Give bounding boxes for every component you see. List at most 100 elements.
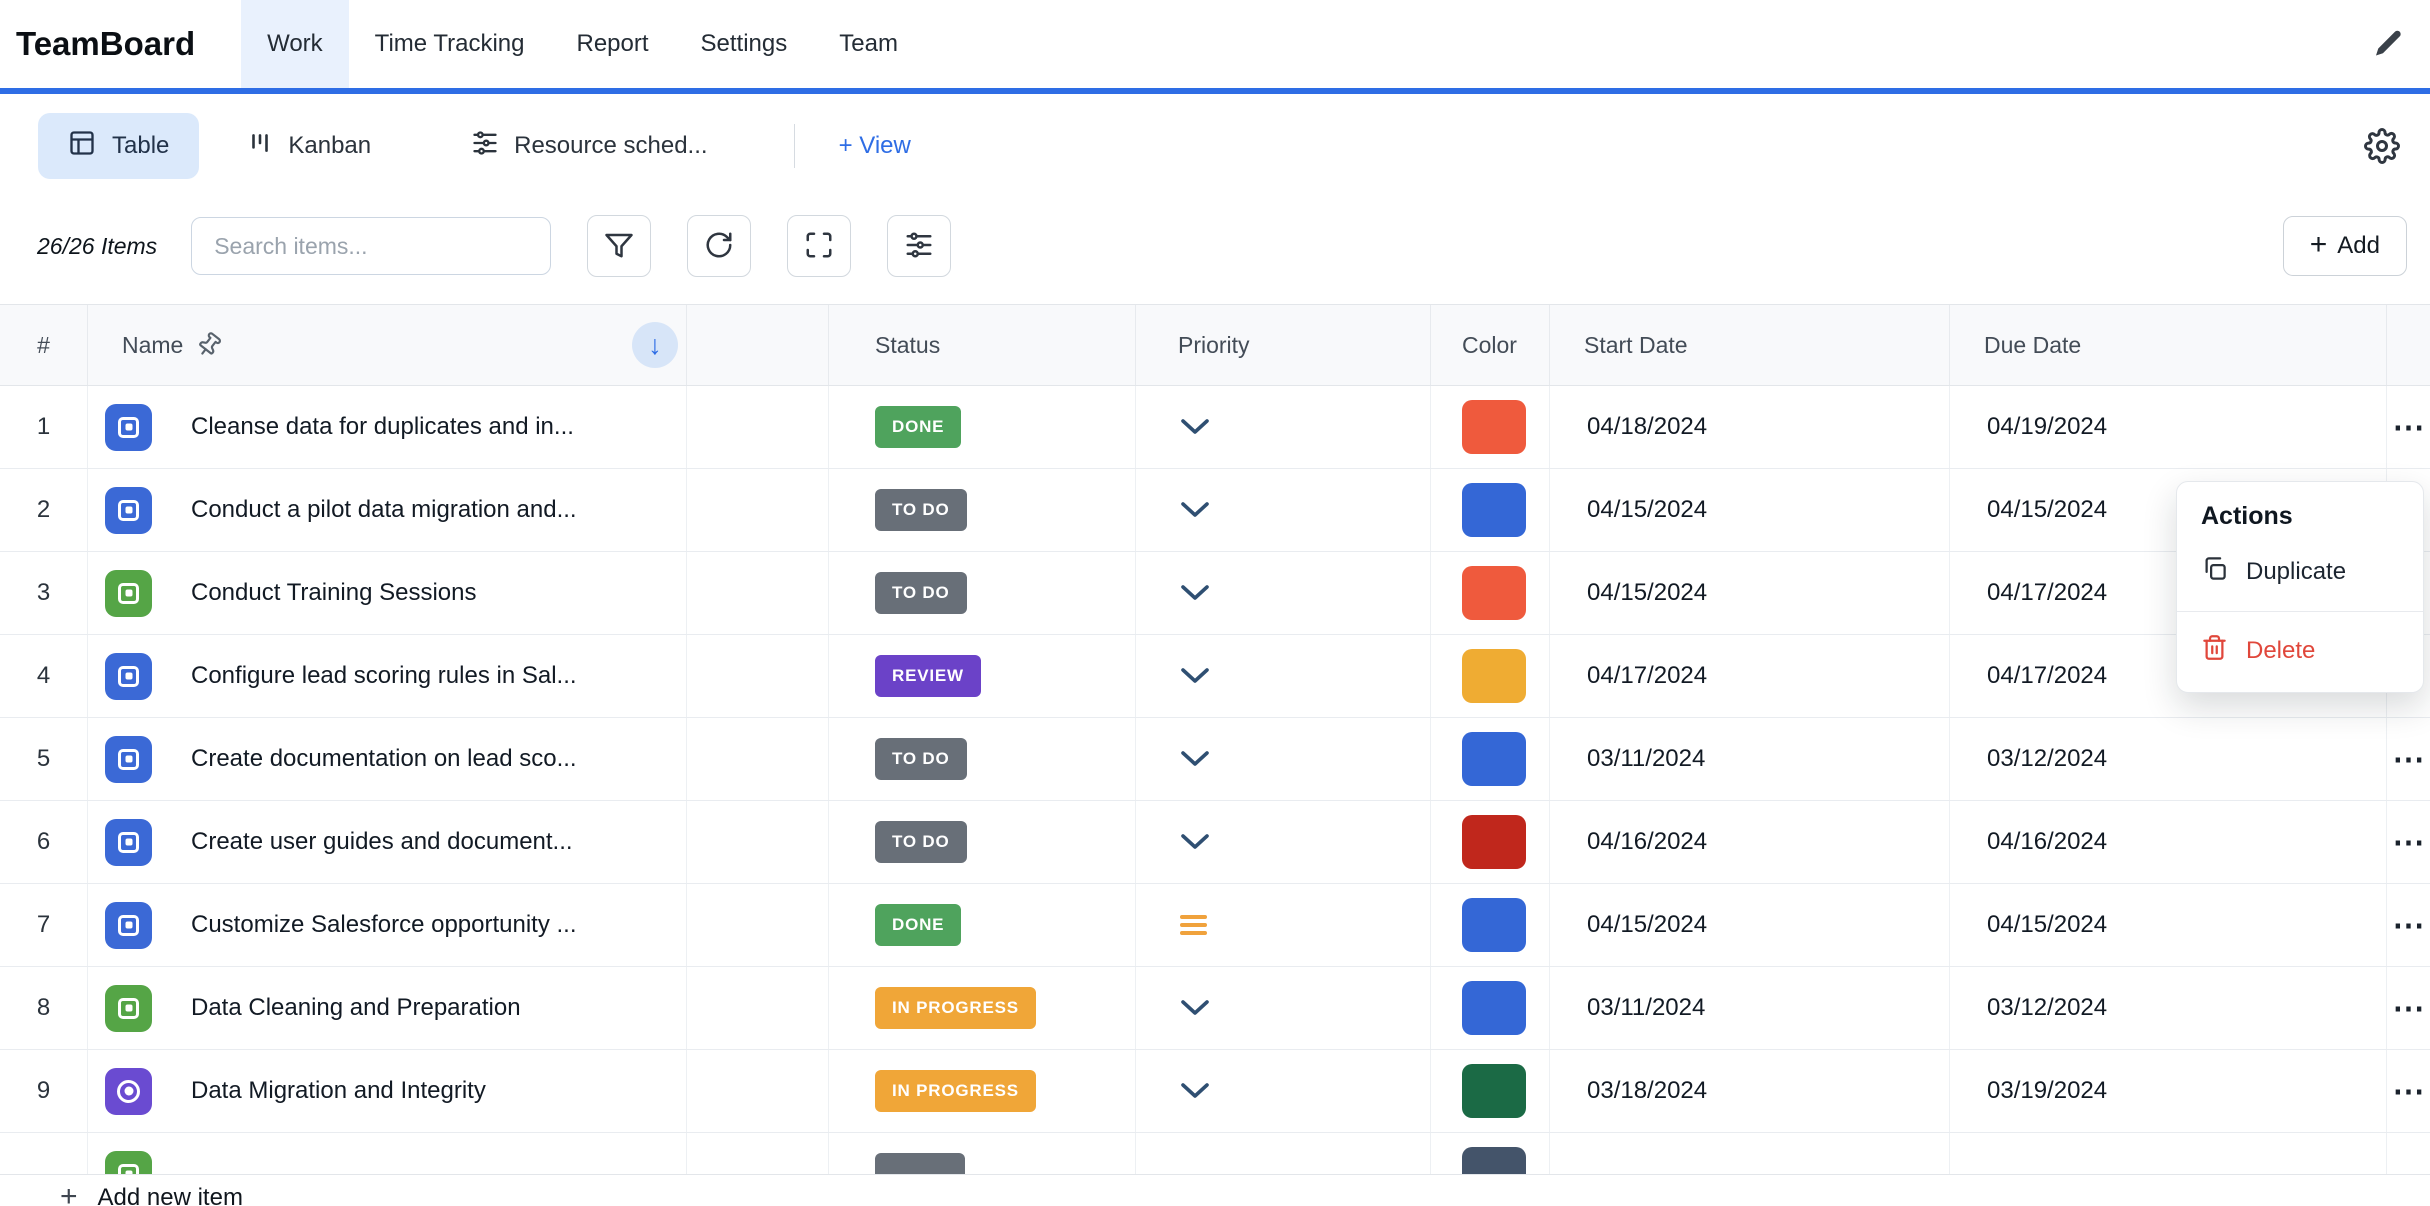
chevron-down-icon[interactable] [1180,833,1210,851]
row-menu-button[interactable]: ⋯ [2393,743,2425,775]
color-swatch[interactable] [1462,815,1526,869]
priority-cell[interactable] [1136,635,1431,717]
table-row[interactable]: ⋯ [0,1133,2430,1174]
due-date[interactable] [1950,1133,2387,1174]
item-name[interactable]: Create user guides and document... [191,828,573,856]
start-date[interactable]: 03/11/2024 [1550,967,1950,1049]
row-menu-button[interactable]: ⋯ [2393,411,2425,443]
row-menu-button[interactable]: ⋯ [2393,1075,2425,1107]
start-date[interactable]: 04/18/2024 [1550,386,1950,468]
chevron-down-icon[interactable] [1180,667,1210,685]
table-row[interactable]: 9 Data Migration and Integrity IN PROGRE… [0,1050,2430,1133]
status-badge[interactable] [875,1153,965,1174]
pin-icon[interactable] [191,327,227,363]
color-swatch[interactable] [1462,400,1526,454]
add-new-item-row[interactable]: + Add new item [0,1174,2430,1206]
chevron-down-icon[interactable] [1180,584,1210,602]
priority-cell[interactable] [1136,386,1431,468]
menu-item-duplicate[interactable]: Duplicate [2177,543,2423,601]
table-row[interactable]: 5 Create documentation on lead sco... TO… [0,718,2430,801]
nav-tab-time-tracking[interactable]: Time Tracking [349,0,551,88]
priority-lines-icon[interactable] [1180,915,1207,935]
status-badge[interactable]: DONE [875,406,961,448]
item-name[interactable]: Configure lead scoring rules in Sal... [191,662,577,690]
table-row[interactable]: 1 Cleanse data for duplicates and in... … [0,386,2430,469]
add-view-button[interactable]: + View [839,132,911,160]
chevron-down-icon[interactable] [1180,501,1210,519]
due-date[interactable]: 04/16/2024 [1950,801,2387,883]
start-date[interactable]: 04/17/2024 [1550,635,1950,717]
priority-cell[interactable] [1136,1050,1431,1132]
color-swatch[interactable] [1462,981,1526,1035]
status-badge[interactable]: TO DO [875,489,967,531]
priority-cell[interactable] [1136,469,1431,551]
table-row[interactable]: 6 Create user guides and document... TO … [0,801,2430,884]
start-date[interactable]: 03/18/2024 [1550,1050,1950,1132]
status-badge[interactable]: TO DO [875,572,967,614]
customize-columns-button[interactable] [887,215,951,277]
item-name[interactable]: Data Migration and Integrity [191,1077,486,1105]
start-date[interactable]: 04/15/2024 [1550,469,1950,551]
start-date[interactable]: 04/15/2024 [1550,884,1950,966]
status-badge[interactable]: DONE [875,904,961,946]
chevron-down-icon[interactable] [1180,418,1210,436]
status-badge[interactable]: REVIEW [875,655,981,697]
color-swatch[interactable] [1462,566,1526,620]
item-name[interactable]: Conduct Training Sessions [191,579,477,607]
due-date[interactable]: 03/19/2024 [1950,1050,2387,1132]
row-menu-button[interactable]: ⋯ [2393,826,2425,858]
due-date[interactable]: 03/12/2024 [1950,967,2387,1049]
menu-item-delete[interactable]: Delete [2177,622,2423,680]
status-badge[interactable]: IN PROGRESS [875,1070,1036,1112]
priority-cell[interactable] [1136,552,1431,634]
table-row[interactable]: 3 Conduct Training Sessions TO DO 04/15/… [0,552,2430,635]
nav-tab-work[interactable]: Work [241,0,349,88]
chevron-down-icon[interactable] [1180,1082,1210,1100]
start-date[interactable]: 04/15/2024 [1550,552,1950,634]
status-badge[interactable]: TO DO [875,821,967,863]
column-header-start-date[interactable]: Start Date [1550,305,1950,385]
due-date[interactable]: 04/19/2024 [1950,386,2387,468]
priority-cell[interactable] [1136,884,1431,966]
settings-gear-icon[interactable] [2364,128,2400,164]
column-header-name[interactable]: Name ↓ [88,305,687,385]
start-date[interactable]: 04/16/2024 [1550,801,1950,883]
chevron-down-icon[interactable] [1180,750,1210,768]
color-swatch[interactable] [1462,649,1526,703]
filter-button[interactable] [587,215,651,277]
column-header-due-date[interactable]: Due Date [1950,305,2387,385]
start-date[interactable]: 03/11/2024 [1550,718,1950,800]
refresh-button[interactable] [687,215,751,277]
nav-tab-team[interactable]: Team [813,0,924,88]
due-date[interactable]: 04/15/2024 [1950,884,2387,966]
start-date[interactable] [1550,1133,1950,1174]
color-swatch[interactable] [1462,898,1526,952]
item-name[interactable]: Cleanse data for duplicates and in... [191,413,574,441]
table-row[interactable]: 2 Conduct a pilot data migration and... … [0,469,2430,552]
column-header-color[interactable]: Color [1431,305,1550,385]
priority-cell[interactable] [1136,1133,1431,1174]
view-tab-resource-scheduling[interactable]: Resource sched... [471,129,707,164]
sort-indicator-icon[interactable]: ↓ [632,322,678,368]
item-name[interactable]: Data Cleaning and Preparation [191,994,521,1022]
table-row[interactable]: 4 Configure lead scoring rules in Sal...… [0,635,2430,718]
search-input[interactable] [191,217,551,275]
view-tab-kanban[interactable]: Kanban [247,130,371,163]
color-swatch[interactable] [1462,483,1526,537]
nav-tab-report[interactable]: Report [550,0,674,88]
nav-tab-settings[interactable]: Settings [675,0,814,88]
table-row[interactable]: 7 Customize Salesforce opportunity ... D… [0,884,2430,967]
priority-cell[interactable] [1136,718,1431,800]
item-name[interactable]: Create documentation on lead sco... [191,745,577,773]
row-menu-button[interactable]: ⋯ [2393,992,2425,1024]
color-swatch[interactable] [1462,1064,1526,1118]
color-swatch[interactable] [1462,1147,1526,1174]
item-name[interactable]: Conduct a pilot data migration and... [191,496,577,524]
chevron-down-icon[interactable] [1180,999,1210,1017]
row-menu-button[interactable]: ⋯ [2393,909,2425,941]
table-row[interactable]: 8 Data Cleaning and Preparation IN PROGR… [0,967,2430,1050]
item-name[interactable]: Customize Salesforce opportunity ... [191,911,577,939]
due-date[interactable]: 03/12/2024 [1950,718,2387,800]
status-badge[interactable]: TO DO [875,738,967,780]
priority-cell[interactable] [1136,967,1431,1049]
